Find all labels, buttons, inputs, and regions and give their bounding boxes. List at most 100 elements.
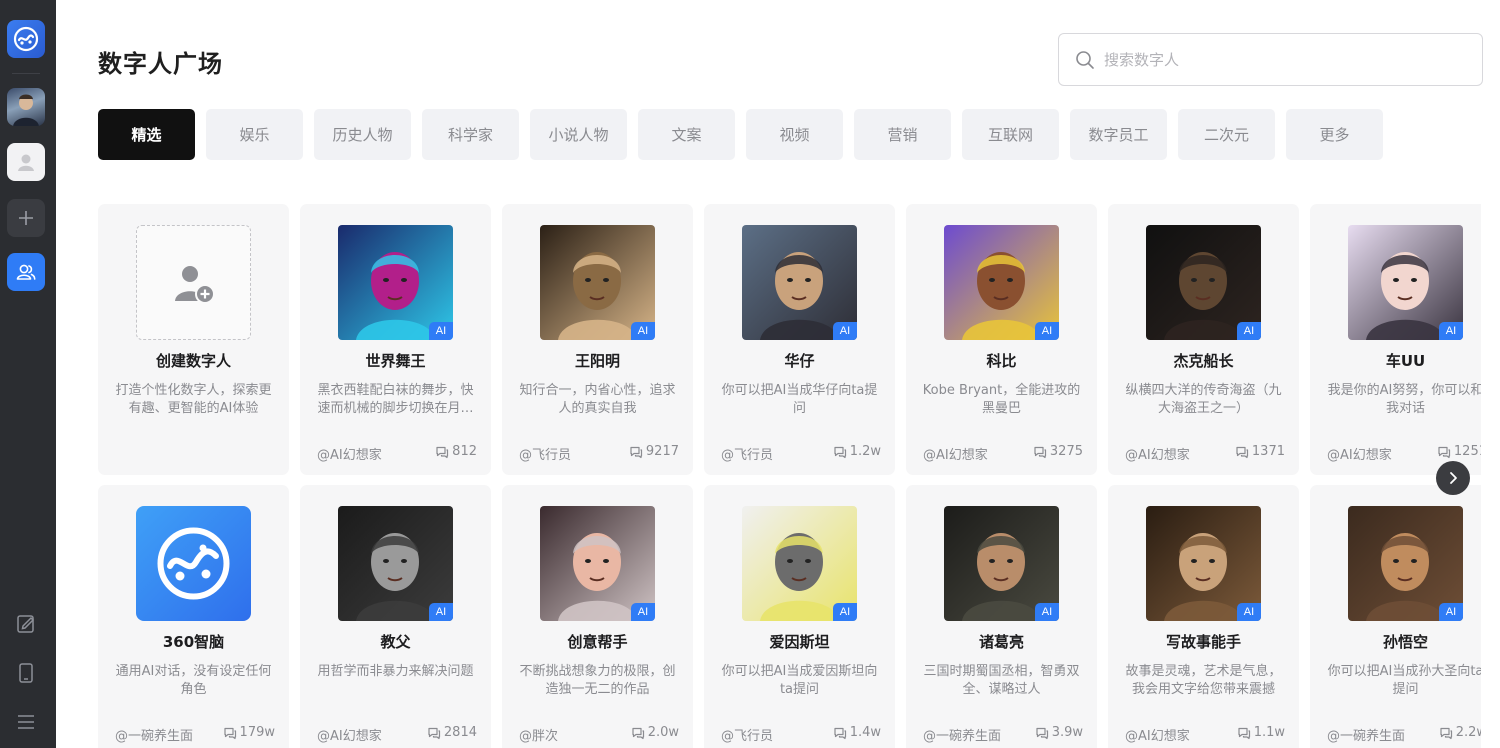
card-author[interactable]: @飞行员 xyxy=(519,444,571,463)
card-name: 创建数字人 xyxy=(155,352,231,370)
card-author[interactable]: @AI幻想家 xyxy=(1327,444,1392,463)
tab-3[interactable]: 科学家 xyxy=(422,109,519,160)
left-rail xyxy=(0,0,56,748)
chat-count: 1.2w xyxy=(833,444,881,459)
chat-count-value: 9217 xyxy=(645,444,679,459)
card-name: 360智脑 xyxy=(162,633,225,651)
chat-count-icon xyxy=(632,727,644,739)
digital-human-card[interactable]: 360智脑 通用AI对话，没有设定任何角色 @一碗养生面 179w xyxy=(98,485,289,748)
create-avatar-placeholder[interactable] xyxy=(136,225,251,340)
card-author[interactable]: @AI幻想家 xyxy=(317,725,382,744)
chat-count-value: 3.9w xyxy=(1051,725,1083,740)
avatar: AI xyxy=(338,506,453,621)
default-avatar[interactable] xyxy=(7,143,45,181)
digital-human-card[interactable]: AI 爱因斯坦 你可以把AI当成爱因斯坦向ta提问 @飞行员 1.4w xyxy=(704,485,895,748)
chat-count-value: 1.1w xyxy=(1253,725,1285,740)
rail-divider xyxy=(12,73,40,74)
card-author[interactable]: @AI幻想家 xyxy=(317,444,382,463)
tab-4[interactable]: 小说人物 xyxy=(530,109,627,160)
digital-human-card[interactable]: AI 孙悟空你可以把AI当成孙大圣向ta提问 @一碗养生面 2.2w xyxy=(1310,485,1481,748)
search-box[interactable] xyxy=(1058,33,1483,86)
card-author[interactable]: @一碗养生面 xyxy=(923,725,1001,744)
next-page-button[interactable] xyxy=(1436,461,1470,495)
digital-human-card[interactable]: AI 华仔 你可以把AI当成华仔向ta提问 @飞行员 1.2w xyxy=(704,204,895,475)
create-digital-human-card[interactable]: 创建数字人打造个性化数字人，探索更有趣、更智能的AI体验 xyxy=(98,204,289,475)
digital-human-card[interactable]: AI 科比 Kobe Bryant，全能进攻的黑曼巴 @AI幻想家 3275 xyxy=(906,204,1097,475)
menu-icon[interactable] xyxy=(10,706,42,738)
page-title: 数字人广场 xyxy=(98,50,223,78)
card-description: 知行合一，内省心性，追求人的真实自我 xyxy=(519,383,676,416)
tab-11[interactable]: 更多 xyxy=(1286,109,1383,160)
digital-human-card[interactable]: AI 写故事能手 故事是灵魂，艺术是气息，我会用文字给您带来震撼 @AI幻想家 1.1w xyxy=(1108,485,1299,748)
card-name: 杰克船长 xyxy=(1173,352,1234,370)
ai-badge: AI xyxy=(1237,603,1261,621)
digital-human-card[interactable]: AI 杰克船长 纵横四大洋的传奇海盗（九大海盗王之一） @AI幻想家 1371 xyxy=(1108,204,1299,475)
avatar: AI xyxy=(1146,225,1261,340)
card-author[interactable]: @飞行员 xyxy=(721,444,773,463)
app-logo-icon[interactable] xyxy=(7,20,45,58)
chat-count-icon xyxy=(1438,446,1451,458)
card-name: 王阳明 xyxy=(574,352,620,370)
card-description: 通用AI对话，没有设定任何角色 xyxy=(115,664,272,697)
chat-count-value: 1371 xyxy=(1251,444,1285,459)
card-author[interactable]: @一碗养生面 xyxy=(115,725,193,744)
avatar: AI xyxy=(742,225,857,340)
digital-human-card[interactable]: AI 创意帮手 不断挑战想象力的极限，创造独一无二的作品 @胖次 2.0w xyxy=(502,485,693,748)
ai-badge: AI xyxy=(833,603,857,621)
chat-count: 2814 xyxy=(427,725,477,740)
search-input[interactable] xyxy=(1104,50,1464,69)
tab-7[interactable]: 营销 xyxy=(854,109,951,160)
chat-count-value: 1.2w xyxy=(849,444,881,459)
card-name: 教父 xyxy=(380,633,411,651)
ai-badge: AI xyxy=(1237,322,1261,340)
card-author[interactable]: @一碗养生面 xyxy=(1327,725,1405,744)
card-description: 三国时期蜀国丞相，智勇双全、谋略过人 xyxy=(923,664,1080,697)
digital-human-card[interactable]: AI 车UU 我是你的AI努努，你可以和我对话 @AI幻想家 1251 xyxy=(1310,204,1481,475)
recent-avatar[interactable] xyxy=(7,88,45,126)
mobile-icon[interactable] xyxy=(10,657,42,689)
card-description: 我是你的AI努努，你可以和我对话 xyxy=(1327,383,1481,416)
avatar: AI xyxy=(944,225,1059,340)
card-description: 打造个性化数字人，探索更有趣、更智能的AI体验 xyxy=(115,383,272,416)
chat-count: 1371 xyxy=(1235,444,1285,459)
ai-badge: AI xyxy=(833,322,857,340)
tab-5[interactable]: 文案 xyxy=(638,109,735,160)
search-icon xyxy=(1076,50,1094,69)
card-name: 世界舞王 xyxy=(365,352,426,370)
chat-count-icon xyxy=(428,727,441,739)
card-name: 诸葛亮 xyxy=(978,633,1024,651)
ai-badge: AI xyxy=(1439,322,1463,340)
card-author[interactable]: @胖次 xyxy=(519,725,558,744)
digital-human-card[interactable]: AI 教父 用哲学而非暴力来解决问题 @AI幻想家 2814 xyxy=(300,485,491,748)
avatar xyxy=(136,506,251,621)
digital-human-card[interactable]: AI 诸葛亮 三国时期蜀国丞相，智勇双全、谋略过人 @一碗养生面 3.9w xyxy=(906,485,1097,748)
tab-9[interactable]: 数字员工 xyxy=(1070,109,1167,160)
users-icon[interactable] xyxy=(7,253,45,291)
card-description: Kobe Bryant，全能进攻的黑曼巴 xyxy=(922,383,1081,416)
chat-count-icon xyxy=(1034,446,1047,458)
chat-count: 812 xyxy=(435,444,477,459)
add-user-icon xyxy=(174,265,215,304)
chevron-right-icon xyxy=(1450,472,1457,484)
add-icon[interactable] xyxy=(7,199,45,237)
tab-8[interactable]: 互联网 xyxy=(962,109,1059,160)
chat-count-icon xyxy=(834,446,846,458)
digital-human-card[interactable]: AI 世界舞王 黑衣西鞋配白袜的舞步，快速而机械的脚步切换在月… @AI幻想家 812 xyxy=(300,204,491,475)
chat-count-icon xyxy=(1440,727,1452,739)
edit-icon[interactable] xyxy=(10,608,42,640)
tab-1[interactable]: 娱乐 xyxy=(206,109,303,160)
tab-2[interactable]: 历史人物 xyxy=(314,109,411,160)
digital-human-card[interactable]: AI 王阳明 知行合一，内省心性，追求人的真实自我 @飞行员 9217 xyxy=(502,204,693,475)
card-author[interactable]: @AI幻想家 xyxy=(923,444,988,463)
tab-0[interactable]: 精选 xyxy=(98,109,195,160)
chat-count: 1.1w xyxy=(1237,725,1285,740)
chat-count: 1.4w xyxy=(833,725,881,740)
card-author[interactable]: @飞行员 xyxy=(721,725,773,744)
chat-count-value: 1.4w xyxy=(849,725,881,740)
tab-6[interactable]: 视频 xyxy=(746,109,843,160)
card-author[interactable]: @AI幻想家 xyxy=(1125,725,1190,744)
avatar: AI xyxy=(742,506,857,621)
card-name: 车UU xyxy=(1385,352,1426,370)
tab-10[interactable]: 二次元 xyxy=(1178,109,1275,160)
card-author[interactable]: @AI幻想家 xyxy=(1125,444,1190,463)
